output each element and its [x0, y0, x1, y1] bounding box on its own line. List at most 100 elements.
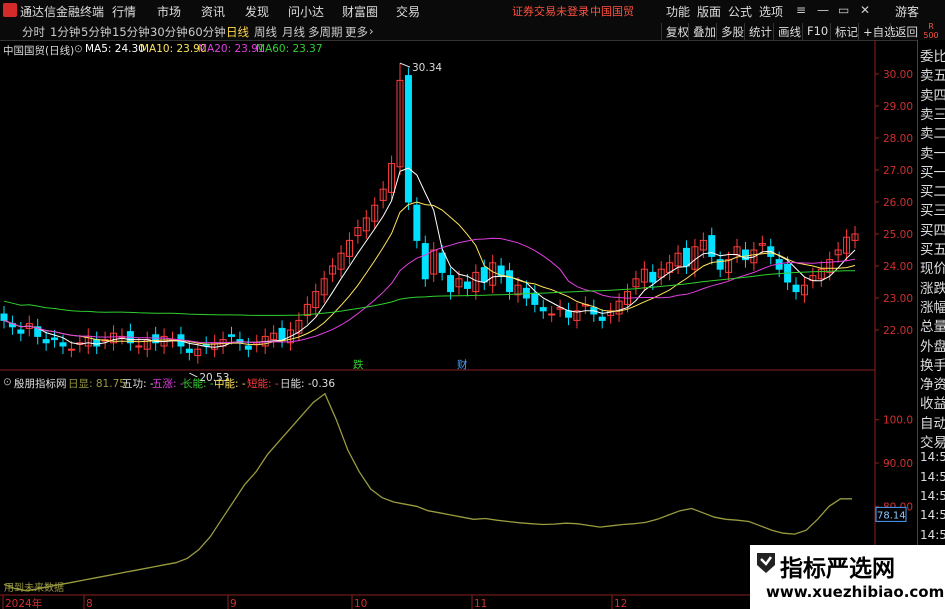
menu-news[interactable]: 资讯 — [201, 3, 225, 20]
sidebar-item: 净资 — [920, 377, 945, 394]
sidebar-item: 换手 — [920, 357, 945, 374]
menu-function[interactable]: 功能 — [666, 3, 690, 20]
app-logo-icon — [3, 3, 17, 17]
tab-1min[interactable]: 1分钟 — [50, 24, 80, 40]
menu-wealth[interactable]: 财富圈 — [342, 3, 378, 20]
chevron-right-icon[interactable]: › — [369, 24, 374, 38]
price-tick-label: 23.00 — [883, 293, 913, 305]
badge-num: 500 — [923, 31, 939, 40]
candle-body — [59, 342, 67, 347]
event-marker-finance: 财 — [457, 358, 468, 371]
price-tick-label: 24.00 — [883, 261, 913, 273]
sidebar-item: 14:56 — [920, 469, 945, 484]
ma20-label: MA20: 23.91 — [198, 43, 265, 55]
indicator-current-value: 78.14 — [877, 510, 906, 521]
menu-trade[interactable]: 交易 — [396, 3, 420, 20]
candle-body — [447, 275, 455, 293]
tab-daily[interactable]: 日线 — [226, 24, 249, 40]
menu-discover[interactable]: 发现 — [245, 3, 269, 20]
ma10-label: MA10: 23.90 — [140, 43, 207, 55]
menu-icon[interactable]: ≡ — [796, 3, 806, 17]
candle-body — [548, 313, 556, 316]
date-tick-label: 12 — [614, 598, 627, 609]
btn-f10[interactable]: F10 — [802, 23, 832, 41]
price-tick-label: 28.00 — [883, 133, 913, 145]
guest-login[interactable]: 游客 — [895, 3, 919, 20]
tab-30min[interactable]: 30分钟 — [150, 24, 188, 40]
indicator-tick-label: 90.00 — [883, 458, 913, 470]
indicator-rixian: 日显: 81.75 — [68, 378, 126, 390]
indicator-wugong: 五功: - — [122, 378, 154, 390]
sidebar-item: 卖二 — [920, 126, 945, 143]
tab-15min[interactable]: 15分钟 — [112, 24, 150, 40]
sidebar-item: 自动 — [920, 415, 945, 432]
candle-body — [404, 75, 412, 203]
sidebar-item: 卖五 — [920, 68, 945, 85]
sidebar-item: 涨幅 — [920, 299, 945, 316]
candle-body — [244, 345, 252, 350]
ma60-label: MA60: 23.37 — [256, 43, 323, 55]
price-tick-label: 26.00 — [883, 197, 913, 209]
tab-more[interactable]: 更多 — [345, 24, 368, 40]
menu-formula[interactable]: 公式 — [728, 3, 752, 20]
candle-body — [480, 267, 488, 283]
indicator-name: 殷朋指标网 — [14, 378, 67, 390]
price-tick-label: 30.00 — [883, 69, 913, 81]
price-tick-label: 22.00 — [883, 325, 913, 337]
tab-monthly[interactable]: 月线 — [282, 24, 305, 40]
tab-60min[interactable]: 60分钟 — [188, 24, 226, 40]
candle-body — [42, 339, 50, 344]
indicator-line — [3, 392, 852, 592]
login-notice[interactable]: 证券交易未登录 — [512, 3, 589, 19]
candle-body — [792, 284, 800, 293]
indicator-zhongneng: 中能: - — [214, 378, 246, 390]
menu-layout[interactable]: 版面 — [697, 3, 721, 20]
sidebar-item: 收益 — [920, 396, 945, 413]
quote-sidebar: 委比 卖五 卖四 卖三 卖二 卖一 买一 买二 买三 买四 买五 现价 涨跌 涨幅 总量 外盘 换手 净资 收益 自动… — [917, 40, 945, 609]
candle-body — [539, 307, 547, 312]
badge-r: R — [928, 22, 934, 31]
btn-stats[interactable]: 统计 — [744, 23, 776, 41]
btn-draw[interactable]: 画线 — [773, 23, 805, 41]
price-tick-label: 27.00 — [883, 165, 913, 177]
close-icon[interactable]: ✕ — [860, 3, 870, 17]
candle-body — [413, 204, 421, 241]
price-tick-label: 29.00 — [883, 101, 913, 113]
candle-body — [421, 243, 429, 280]
indicator-collapse-icon[interactable]: ⊙ — [3, 376, 12, 388]
sidebar-item: 14:56 — [920, 508, 945, 523]
sidebar-item: 总量 — [920, 319, 945, 336]
candle-body — [438, 252, 446, 273]
candle-body — [506, 270, 514, 293]
candle-body — [0, 313, 8, 321]
restore-icon[interactable]: ▭ — [838, 3, 849, 17]
candle-body — [463, 281, 471, 289]
sidebar-item: 委比 — [920, 49, 945, 65]
tab-intraday[interactable]: 分时 — [22, 24, 45, 40]
menu-options[interactable]: 选项 — [759, 3, 783, 20]
tab-multi-period[interactable]: 多周期 — [308, 24, 343, 40]
indicator-changneng: 长能: - — [182, 378, 214, 390]
date-tick-label: 9 — [230, 598, 237, 609]
sidebar-item: 买二 — [920, 184, 945, 201]
candle-body — [682, 247, 690, 267]
menu-ask[interactable]: 问小达 — [288, 3, 324, 20]
indicator-wuzhang: 五涨: - — [152, 378, 184, 390]
ma60-line — [3, 270, 856, 316]
tab-weekly[interactable]: 周线 — [254, 24, 277, 40]
candle-body — [278, 327, 286, 341]
candle-body — [227, 334, 235, 337]
tab-5min[interactable]: 5分钟 — [81, 24, 111, 40]
collapse-icon[interactable]: ⊙ — [74, 43, 83, 55]
indicator-note: 用到未来数据 — [4, 581, 64, 594]
menu-quotes[interactable]: 行情 — [112, 3, 136, 20]
kline-chart[interactable]: 30.00 29.00 28.00 27.00 26.00 25.00 24.00 23.00… — [0, 40, 917, 609]
sidebar-item: 外盘 — [920, 338, 945, 355]
menu-market[interactable]: 市场 — [157, 3, 181, 20]
sidebar-item: 买一 — [920, 164, 945, 181]
watermark-logo-icon — [757, 553, 775, 573]
app-title: 通达信金融终端 — [20, 5, 105, 19]
minimize-icon[interactable]: — — [817, 3, 829, 17]
sidebar-item: 14:56 — [920, 488, 945, 503]
date-tick-label: 11 — [474, 598, 487, 609]
